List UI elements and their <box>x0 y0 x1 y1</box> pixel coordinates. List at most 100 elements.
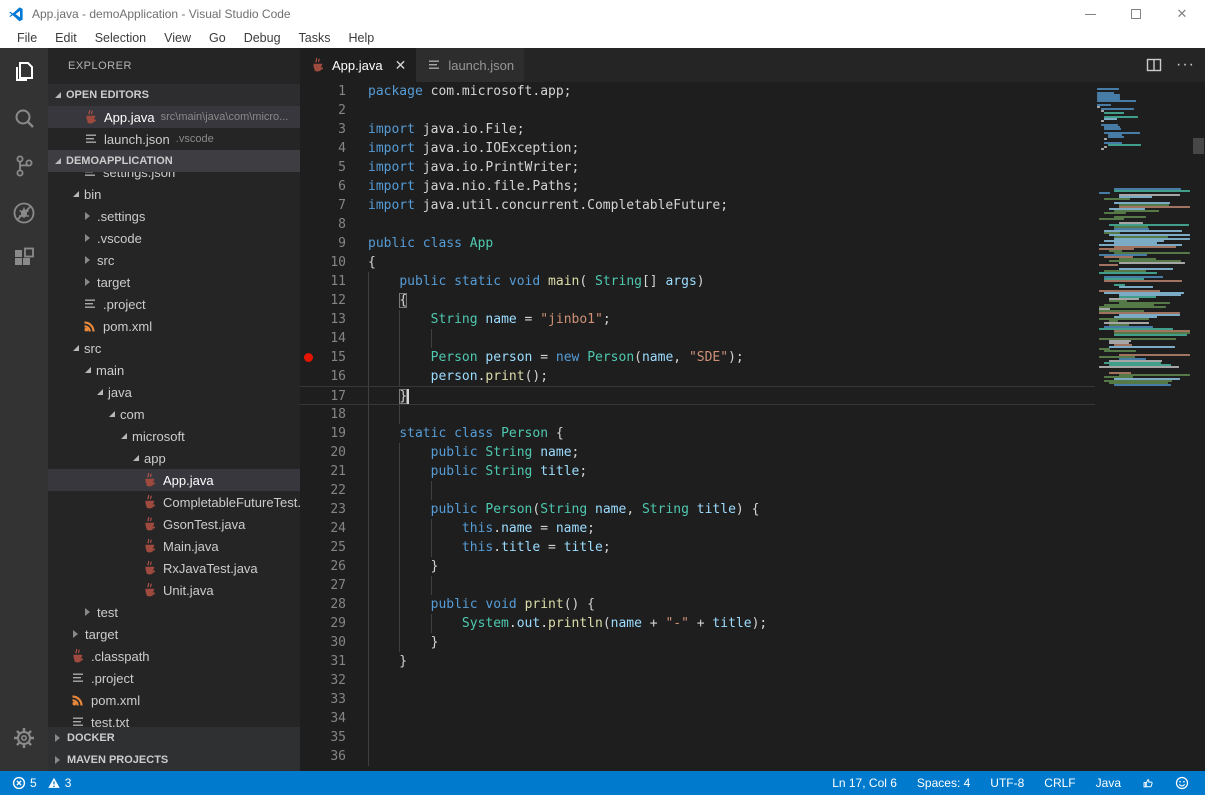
explorer-icon[interactable] <box>0 48 48 95</box>
tree-item-settings-json[interactable]: settings.json <box>48 172 300 183</box>
indentation[interactable]: Spaces: 4 <box>911 776 976 790</box>
twistie-expanded-icon[interactable] <box>109 411 115 417</box>
problems-indicator[interactable]: 5 3 <box>8 771 75 795</box>
tree-item-main[interactable]: main <box>48 359 300 381</box>
glyph-margin[interactable] <box>300 424 318 443</box>
section-header-project[interactable]: DEMOAPPLICATION <box>48 150 300 172</box>
menu-help[interactable]: Help <box>340 31 384 45</box>
glyph-margin[interactable] <box>300 747 318 766</box>
glyph-margin[interactable] <box>300 291 318 310</box>
tree-item--project[interactable]: .project <box>48 293 300 315</box>
glyph-margin[interactable] <box>300 481 318 500</box>
smiley-feedback-icon[interactable] <box>1169 776 1195 790</box>
glyph-margin[interactable] <box>300 101 318 120</box>
menu-debug[interactable]: Debug <box>235 31 290 45</box>
tree-item-src[interactable]: src <box>48 337 300 359</box>
glyph-margin[interactable] <box>300 158 318 177</box>
tree-item-target[interactable]: target <box>48 623 300 645</box>
extensions-icon[interactable] <box>0 236 48 283</box>
glyph-margin[interactable] <box>300 387 318 404</box>
glyph-margin[interactable] <box>300 405 318 424</box>
tree-item-gsontest-java[interactable]: GsonTest.java <box>48 513 300 535</box>
more-actions-icon[interactable]: ··· <box>1176 56 1195 74</box>
code-editor[interactable]: 1package com.microsoft.app;23import java… <box>300 82 1205 771</box>
twistie-expanded-icon[interactable] <box>73 191 79 197</box>
menu-go[interactable]: Go <box>200 31 235 45</box>
tree-item-main-java[interactable]: Main.java <box>48 535 300 557</box>
minimize-button[interactable] <box>1067 0 1113 28</box>
section-header-maven-projects[interactable]: MAVEN PROJECTS <box>48 749 300 771</box>
search-icon[interactable] <box>0 95 48 142</box>
close-button[interactable]: ✕ <box>1159 0 1205 28</box>
glyph-margin[interactable] <box>300 671 318 690</box>
twistie-expanded-icon[interactable] <box>85 367 91 373</box>
twistie-collapsed-icon[interactable] <box>85 256 90 264</box>
feedback-icon[interactable] <box>1135 776 1161 790</box>
glyph-margin[interactable] <box>300 443 318 462</box>
twistie-collapsed-icon[interactable] <box>85 234 90 242</box>
glyph-margin[interactable] <box>300 367 318 386</box>
glyph-margin[interactable] <box>300 234 318 253</box>
tree-item-app[interactable]: app <box>48 447 300 469</box>
cursor-position[interactable]: Ln 17, Col 6 <box>826 776 903 790</box>
glyph-margin[interactable] <box>300 120 318 139</box>
tree-item-src[interactable]: src <box>48 249 300 271</box>
tree-item-pom-xml[interactable]: pom.xml <box>48 315 300 337</box>
tree-item--settings[interactable]: .settings <box>48 205 300 227</box>
encoding[interactable]: UTF-8 <box>984 776 1030 790</box>
glyph-margin[interactable] <box>300 690 318 709</box>
tab-close-icon[interactable]: ✕ <box>395 58 407 72</box>
menu-edit[interactable]: Edit <box>46 31 86 45</box>
tree-item-microsoft[interactable]: microsoft <box>48 425 300 447</box>
tree-item--classpath[interactable]: .classpath <box>48 645 300 667</box>
twistie-expanded-icon[interactable] <box>133 455 139 461</box>
tree-item-com[interactable]: com <box>48 403 300 425</box>
language-mode[interactable]: Java <box>1090 776 1127 790</box>
glyph-margin[interactable] <box>300 557 318 576</box>
twistie-expanded-icon[interactable] <box>121 433 127 439</box>
open-editor-launch-json[interactable]: launch.json.vscode <box>48 128 300 150</box>
tree-item-test[interactable]: test <box>48 601 300 623</box>
glyph-margin[interactable] <box>300 177 318 196</box>
tree-item-app-java[interactable]: App.java <box>48 469 300 491</box>
glyph-margin[interactable] <box>300 614 318 633</box>
twistie-expanded-icon[interactable] <box>97 389 103 395</box>
tab-app-java[interactable]: App.java✕ <box>300 48 416 82</box>
glyph-margin[interactable] <box>300 272 318 291</box>
tree-item-rxjavatest-java[interactable]: RxJavaTest.java <box>48 557 300 579</box>
twistie-collapsed-icon[interactable] <box>85 608 90 616</box>
settings-gear-icon[interactable] <box>0 714 48 761</box>
section-header-docker[interactable]: DOCKER <box>48 727 300 749</box>
glyph-margin[interactable] <box>300 329 318 348</box>
menu-tasks[interactable]: Tasks <box>290 31 340 45</box>
twistie-collapsed-icon[interactable] <box>85 212 90 220</box>
tree-item-java[interactable]: java <box>48 381 300 403</box>
maximize-button[interactable] <box>1113 0 1159 28</box>
glyph-margin[interactable] <box>300 633 318 652</box>
tree-item-target[interactable]: target <box>48 271 300 293</box>
glyph-margin[interactable] <box>300 82 318 101</box>
tree-item-pom-xml[interactable]: pom.xml <box>48 689 300 711</box>
glyph-margin[interactable] <box>300 196 318 215</box>
twistie-expanded-icon[interactable] <box>73 345 79 351</box>
twistie-collapsed-icon[interactable] <box>73 630 78 638</box>
tab-launch-json[interactable]: launch.json <box>416 48 524 82</box>
tree-item-completablefuturetest-[interactable]: CompletableFutureTest.... <box>48 491 300 513</box>
glyph-margin[interactable] <box>300 500 318 519</box>
menu-view[interactable]: View <box>155 31 200 45</box>
glyph-margin[interactable] <box>300 576 318 595</box>
glyph-margin[interactable] <box>300 652 318 671</box>
glyph-margin[interactable] <box>300 728 318 747</box>
tree-item--project[interactable]: .project <box>48 667 300 689</box>
tree-item-test-txt[interactable]: test.txt <box>48 711 300 727</box>
twistie-collapsed-icon[interactable] <box>85 278 90 286</box>
glyph-margin[interactable] <box>300 310 318 329</box>
editor-scrollbar[interactable] <box>1192 82 1205 771</box>
scrollbar-handle[interactable] <box>1193 138 1204 154</box>
glyph-margin[interactable] <box>300 595 318 614</box>
glyph-margin[interactable] <box>300 519 318 538</box>
tree-item--vscode[interactable]: .vscode <box>48 227 300 249</box>
eol-sequence[interactable]: CRLF <box>1038 776 1081 790</box>
breakpoint-icon[interactable] <box>304 353 313 362</box>
glyph-margin[interactable] <box>300 462 318 481</box>
